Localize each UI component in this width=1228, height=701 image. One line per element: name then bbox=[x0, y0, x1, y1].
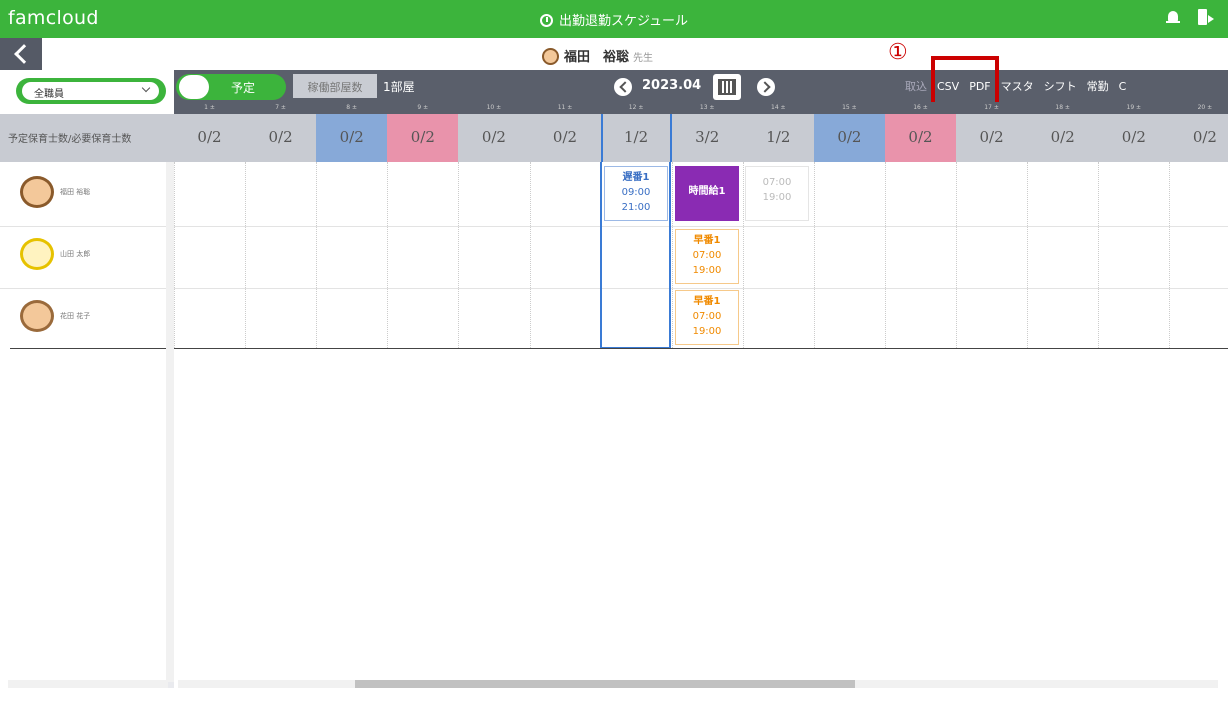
import-button[interactable]: 取込 bbox=[900, 70, 932, 102]
staff-name: 山田 太郎 bbox=[60, 250, 91, 258]
day-label: 20 ± bbox=[1197, 104, 1213, 111]
count-cell: 0/2 bbox=[481, 128, 506, 146]
shift-block[interactable]: 早番1 07:00 19:00 bbox=[675, 290, 739, 345]
month-label: 2023.04 bbox=[642, 78, 702, 93]
shift-block[interactable]: 時間給1 bbox=[675, 166, 739, 221]
day-label: 9 ± bbox=[417, 104, 429, 111]
next-month-button[interactable] bbox=[757, 78, 775, 96]
back-button[interactable] bbox=[0, 38, 42, 70]
day-label: 18 ± bbox=[1055, 104, 1070, 111]
day-label: 13 ± bbox=[699, 104, 715, 111]
staff-filter-select[interactable]: 全職員 bbox=[16, 78, 166, 104]
count-cell: 0/2 bbox=[979, 128, 1004, 146]
staff-row[interactable]: 福田 裕聡 bbox=[20, 176, 90, 208]
day-label: 16 ± bbox=[913, 104, 928, 111]
count-cell: 0/2 bbox=[1192, 128, 1217, 146]
day-label: 15 ± bbox=[842, 104, 857, 111]
logout-icon[interactable] bbox=[1198, 9, 1214, 25]
horizontal-scroll-thumb[interactable] bbox=[355, 680, 855, 688]
shift-block[interactable]: 遅番1 09:00 21:00 bbox=[604, 166, 668, 221]
count-cell: 0/2 bbox=[197, 128, 222, 146]
shift-block[interactable]: 早番1 07:00 19:00 bbox=[675, 229, 739, 284]
master-button[interactable]: マスタ bbox=[996, 70, 1039, 102]
staff-row[interactable]: 山田 太郎 bbox=[20, 238, 90, 270]
user-suffix: 先生 bbox=[633, 53, 654, 64]
staff-name: 福田 裕聡 bbox=[60, 188, 91, 196]
count-cell: 0/2 bbox=[268, 128, 293, 146]
toggle-label: 予定 bbox=[231, 81, 256, 95]
day-label: 12 ± bbox=[628, 104, 644, 111]
day-label: 11 ± bbox=[557, 104, 573, 111]
rooms-button[interactable]: 稼働部屋数 bbox=[293, 74, 377, 98]
count-cell: 0/2 bbox=[813, 114, 885, 162]
staff-row[interactable]: 花田 花子 bbox=[20, 300, 90, 332]
current-user: 福田 裕聡 先生 bbox=[542, 46, 653, 65]
top-bar: famcloud 出勤退勤スケジュール bbox=[0, 0, 1228, 38]
count-cell: 0/2 bbox=[316, 114, 388, 162]
user-name: 福田 裕聡 bbox=[564, 50, 630, 65]
day-label: 17 ± bbox=[984, 104, 999, 111]
count-row-label: 予定保育士数/必要保育士数 bbox=[8, 134, 132, 145]
day-label: 19 ± bbox=[1126, 104, 1142, 111]
count-cell: 0/2 bbox=[387, 114, 459, 162]
count-cell: 0/2 bbox=[1121, 128, 1146, 146]
day-label: 1 ± bbox=[204, 104, 215, 111]
vertical-scrollbar[interactable] bbox=[166, 162, 174, 682]
c-button[interactable]: C bbox=[1114, 70, 1132, 102]
user-bar: 福田 裕聡 先生 bbox=[0, 38, 1228, 70]
prev-month-button[interactable] bbox=[614, 78, 632, 96]
shift-button[interactable]: シフト bbox=[1039, 70, 1082, 102]
count-cell: 1/2 bbox=[766, 128, 791, 146]
count-cell: 0/2 bbox=[1050, 128, 1075, 146]
annotation-number: ① bbox=[888, 40, 908, 65]
avatar bbox=[20, 176, 54, 208]
toggle-knob bbox=[179, 75, 209, 99]
day-label: 14 ± bbox=[771, 104, 786, 111]
day-label: 8 ± bbox=[346, 104, 358, 111]
staff-filter-value: 全職員 bbox=[34, 89, 64, 100]
count-cell: 3/2 bbox=[695, 128, 720, 146]
calendar-button[interactable] bbox=[713, 74, 741, 100]
chevron-down-icon bbox=[141, 83, 151, 93]
staff-name: 花田 花子 bbox=[60, 312, 91, 320]
avatar bbox=[542, 48, 559, 65]
chevron-left-icon bbox=[14, 44, 34, 64]
clock-icon bbox=[539, 14, 553, 27]
day-label: 10 ± bbox=[486, 104, 502, 111]
app-title: 出勤退勤スケジュール bbox=[0, 10, 1228, 29]
avatar bbox=[20, 300, 54, 332]
room-count-label: 1部屋 bbox=[383, 80, 415, 94]
bell-icon[interactable] bbox=[1166, 9, 1180, 25]
count-cell: 0/2 bbox=[885, 114, 956, 162]
app-title-text: 出勤退勤スケジュール bbox=[558, 14, 689, 29]
shift-block[interactable]: 07:00 19:00 bbox=[745, 166, 809, 221]
left-scrollbar[interactable] bbox=[8, 680, 168, 688]
count-cell: 0/2 bbox=[552, 128, 578, 146]
count-cell: 1/2 bbox=[600, 114, 672, 162]
plan-toggle[interactable]: 予定 bbox=[176, 74, 286, 100]
avatar bbox=[20, 238, 54, 270]
calendar-icon bbox=[718, 79, 736, 95]
day-label: 7 ± bbox=[275, 104, 286, 111]
fulltime-button[interactable]: 常勤 bbox=[1082, 70, 1114, 102]
